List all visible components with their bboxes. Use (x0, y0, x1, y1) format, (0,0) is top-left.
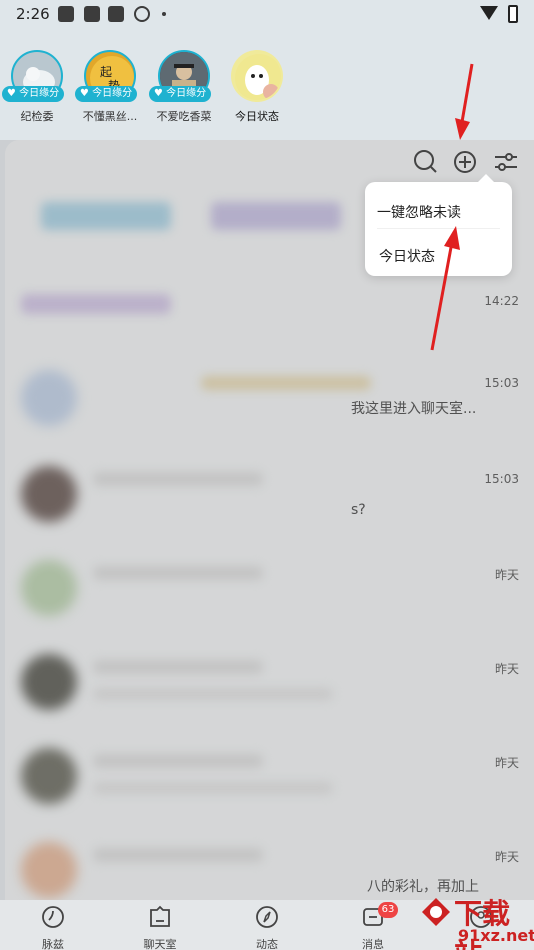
today-status-menu-item[interactable]: 今日状态 (379, 246, 435, 266)
story-name: 不爱吃香菜 (156, 110, 212, 123)
nav-tab-home[interactable]: 脉兹 (18, 904, 88, 950)
nav-tab-label: 脉兹 (42, 938, 64, 950)
chatroom-icon (150, 905, 170, 927)
site-watermark: 下载站 91xz.net (414, 890, 534, 950)
nav-tab-label: 消息 (362, 938, 384, 950)
wifi-icon (480, 6, 498, 20)
watermark-url: 91xz.net (458, 926, 534, 945)
notification-icon (108, 6, 124, 22)
nav-tab-messages[interactable]: 63 消息 (338, 902, 408, 950)
nav-tab-moments[interactable]: 动态 (232, 904, 302, 950)
nav-tab-label: 动态 (256, 938, 278, 950)
battery-icon (508, 5, 518, 23)
app-notification-icon (134, 6, 150, 22)
notification-icon (58, 6, 74, 22)
ignore-unread-menu-item[interactable]: 一键忽略未读 (377, 202, 461, 222)
story-item[interactable]: ♥ 今日缘分 纪检委 (2, 50, 67, 124)
nav-tab-label: 聊天室 (143, 938, 177, 950)
unread-badge: 63 (378, 902, 398, 918)
status-time: 2:26 (16, 5, 50, 23)
watermark-logo-icon (422, 898, 450, 926)
story-item[interactable]: 起势 ♥ 今日缘分 不懂黑丝... (75, 50, 140, 124)
fate-tag: ♥ 今日缘分 (2, 86, 64, 102)
story-name: 今日状态 (235, 110, 279, 123)
notification-icon (84, 6, 100, 22)
annotation-arrow (455, 63, 474, 140)
fate-tag: ♥ 今日缘分 (149, 86, 211, 102)
story-item-own[interactable]: 今日状态 (227, 50, 287, 124)
compass-icon (256, 906, 278, 928)
status-bar: 2:26 (0, 0, 534, 30)
story-item[interactable]: ♥ 今日缘分 不爱吃香菜 (149, 50, 214, 124)
more-notifications-icon (162, 12, 166, 16)
nav-tab-chatroom[interactable]: 聊天室 (125, 904, 195, 950)
fate-tag: ♥ 今日缘分 (75, 86, 137, 102)
annotation-arrow (430, 226, 460, 351)
story-name: 不懂黑丝... (82, 110, 138, 123)
story-name: 纪检委 (20, 110, 54, 123)
home-icon (42, 906, 64, 928)
avatar (231, 50, 283, 102)
svg-text:起: 起 (100, 65, 112, 79)
